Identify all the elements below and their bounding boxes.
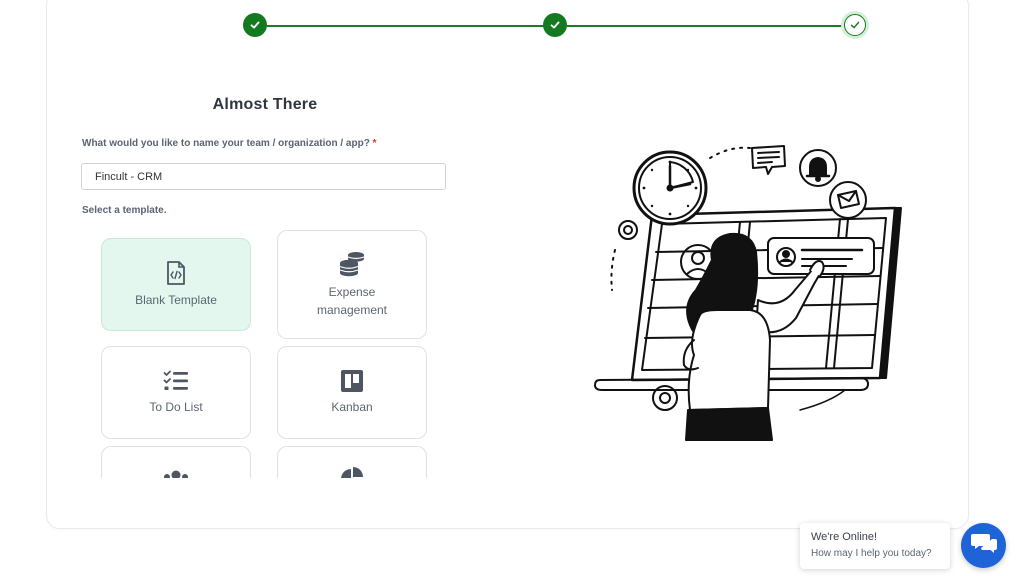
template-team[interactable] (101, 446, 251, 478)
template-report[interactable] (277, 446, 427, 478)
kanban-icon (341, 369, 363, 392)
step-2-complete (543, 13, 567, 37)
team-name-input[interactable] (81, 163, 446, 190)
checkmark-icon (550, 21, 560, 29)
pie-chart-icon (340, 467, 364, 478)
required-asterisk: * (372, 138, 377, 149)
stepper-connector-1 (267, 25, 545, 27)
chat-prompt-bubble[interactable]: We're Online! How may I help you today? (800, 523, 950, 569)
checkmark-icon (250, 21, 260, 29)
chat-help-text: How may I help you today? (811, 548, 932, 559)
chat-launcher-button[interactable] (961, 523, 1006, 568)
template-to-do-list[interactable]: To Do List (101, 346, 251, 439)
template-kanban[interactable]: Kanban (277, 346, 427, 439)
template-expense-management[interactable]: Expense management (277, 230, 427, 339)
template-section-label: Select a template. (82, 205, 167, 216)
code-file-icon (166, 260, 186, 285)
name-question-text: What would you like to name your team / … (82, 138, 370, 149)
template-label: Expense management (316, 284, 388, 317)
template-label: Blank Template (135, 292, 217, 307)
template-grid[interactable]: Blank Template Expense management To Do … (96, 228, 436, 478)
page: Almost There What would you like to name… (0, 0, 1024, 576)
checkmark-icon (850, 21, 860, 29)
checklist-icon (163, 370, 189, 392)
template-label: Kanban (331, 399, 373, 414)
coins-icon (338, 251, 366, 277)
team-icon (162, 469, 190, 478)
onboarding-illustration (594, 145, 902, 441)
name-field-label: What would you like to name your team / … (82, 138, 377, 149)
stepper-connector-2 (567, 25, 843, 27)
page-title: Almost There (212, 96, 318, 113)
template-blank[interactable]: Blank Template (101, 238, 251, 331)
step-3-current (841, 11, 869, 39)
progress-stepper (243, 11, 871, 39)
chat-status-title: We're Online! (811, 531, 878, 543)
step-1-complete (243, 13, 267, 37)
template-label: To Do List (149, 399, 203, 414)
chat-bubbles-icon (970, 532, 997, 559)
